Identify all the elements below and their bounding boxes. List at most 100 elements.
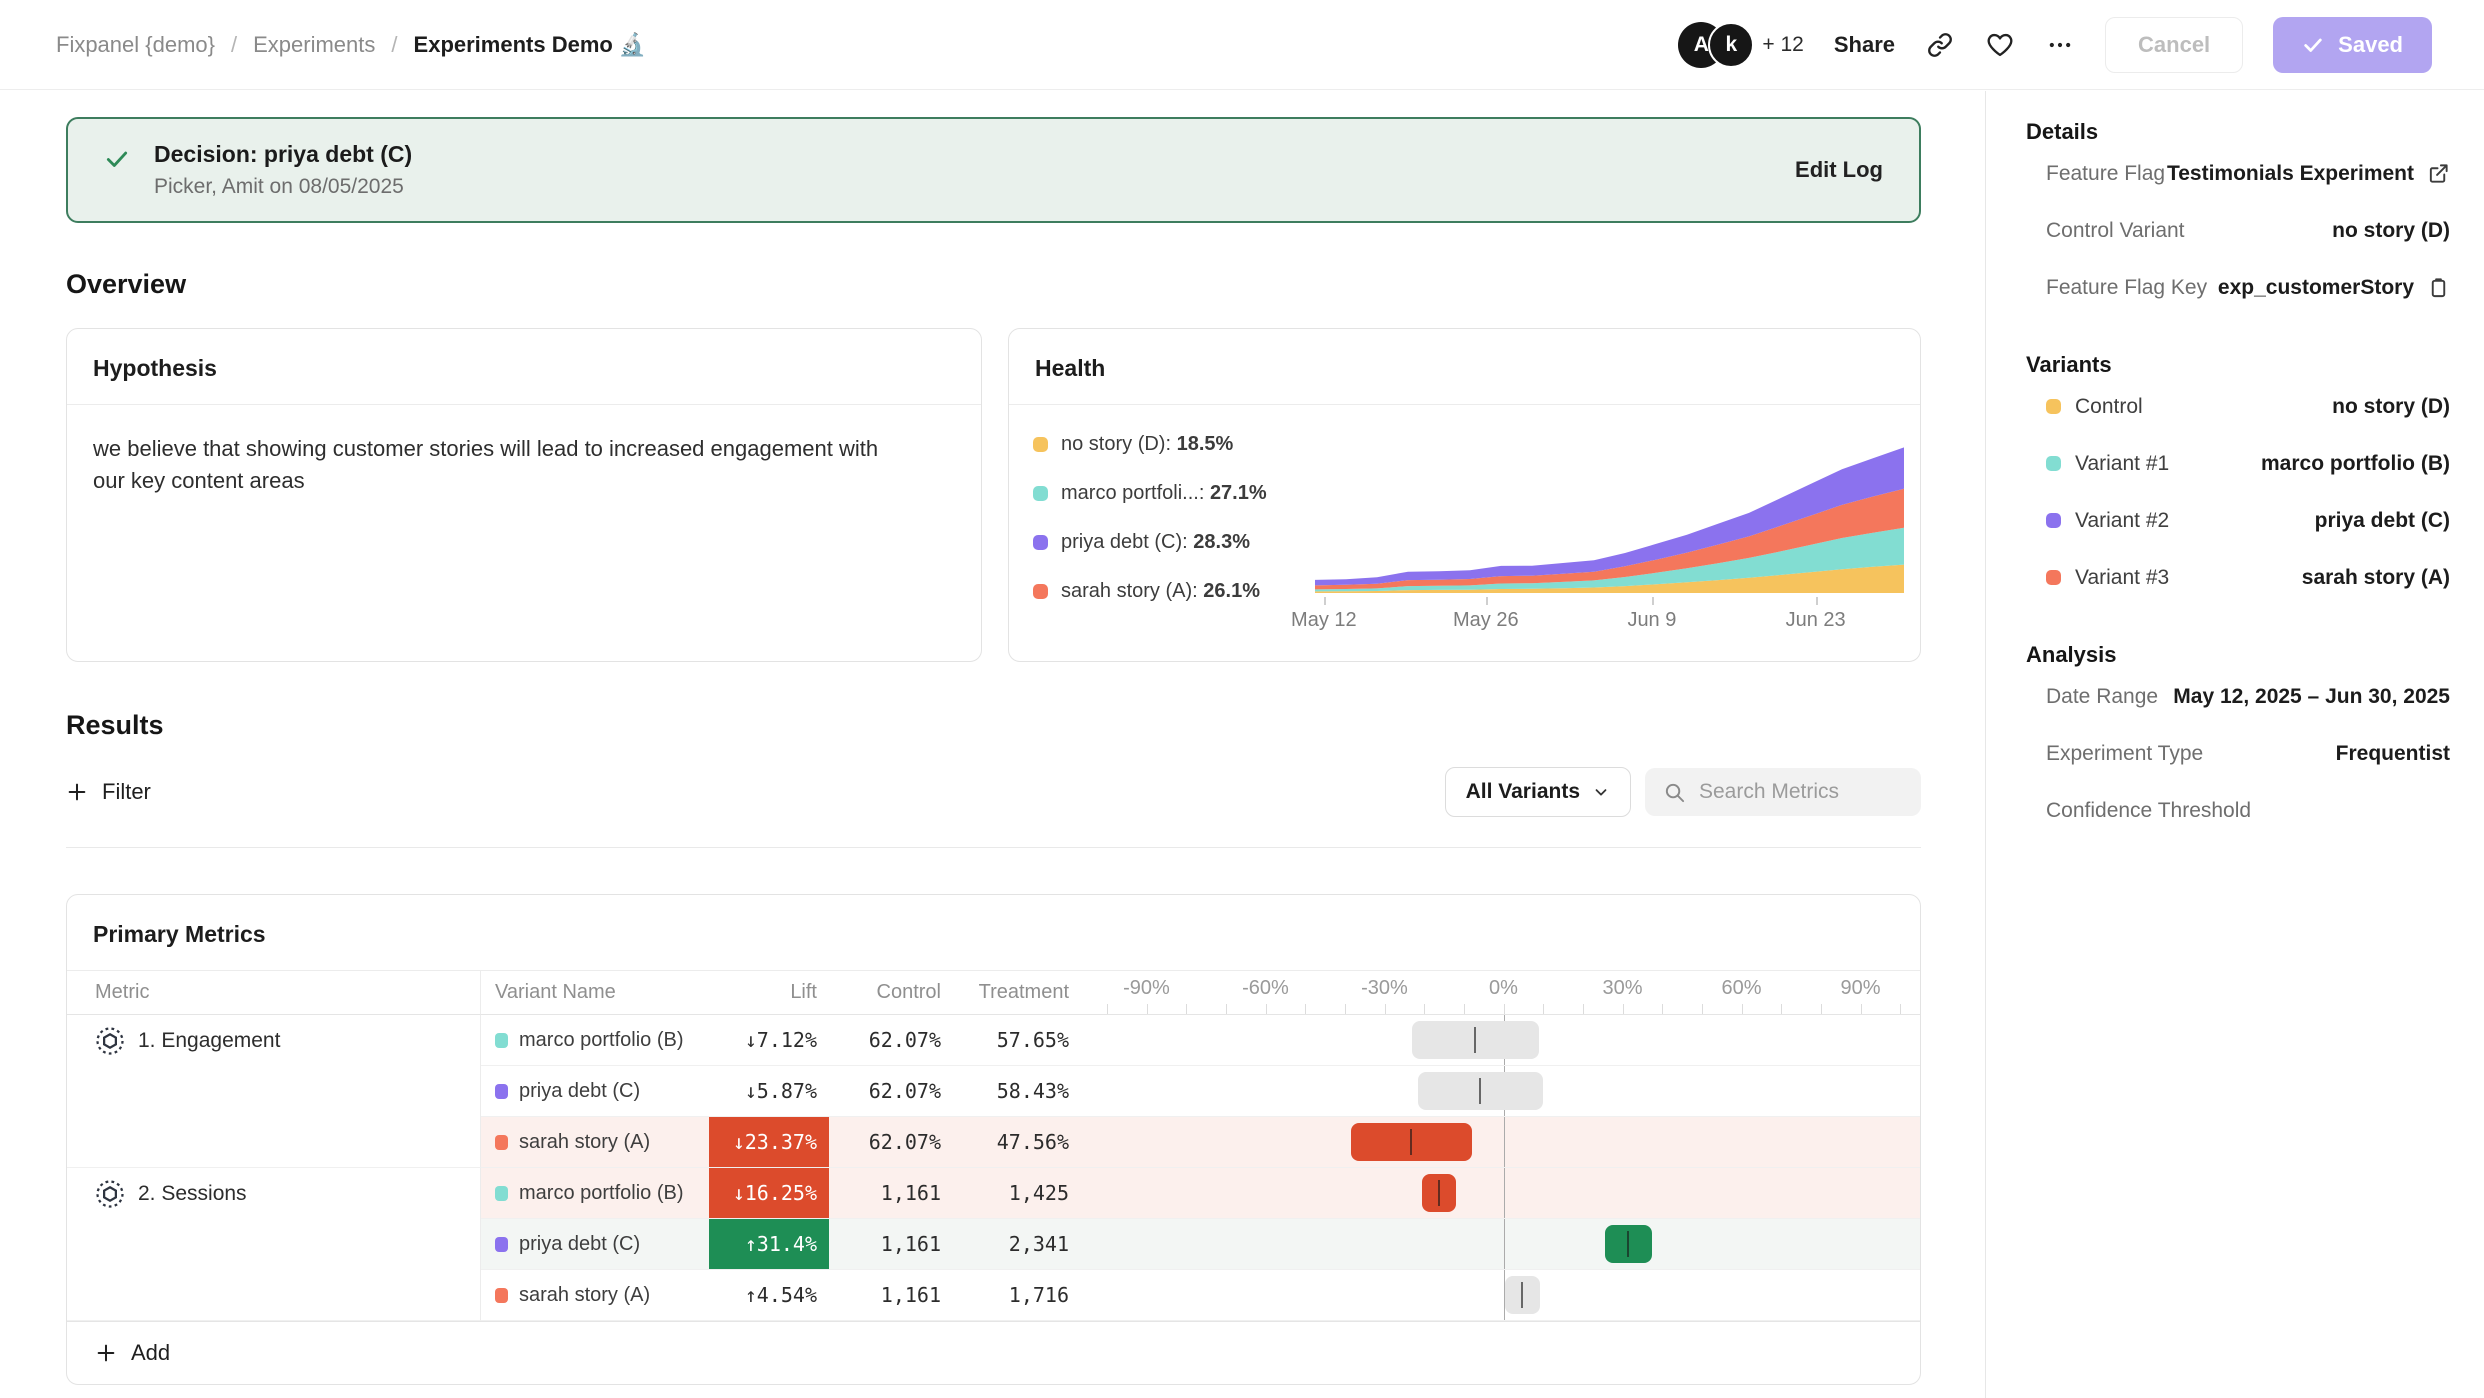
variant-cell: priya debt (C) <box>481 1066 709 1117</box>
ci-marker <box>1521 1282 1523 1308</box>
zero-line <box>1504 1219 1506 1269</box>
hypothesis-card: Hypothesis we believe that showing custo… <box>66 328 982 662</box>
breadcrumb-current: Experiments Demo 🔬 <box>414 32 647 58</box>
avatar: k <box>1708 22 1754 68</box>
variant-row-label: Variant #2 <box>2046 509 2169 533</box>
analysis-section-title: Analysis <box>2026 642 2450 668</box>
lift-cell: ↓16.25% <box>709 1168 829 1219</box>
treatment-value: 58.43% <box>997 1079 1069 1103</box>
control-value: 62.07% <box>869 1079 941 1103</box>
variant-name: marco portfolio (B) <box>519 1182 684 1205</box>
divider <box>66 847 1921 848</box>
date-range-value: May 12, 2025 – Jun 30, 2025 <box>2173 685 2450 709</box>
feature-flag-key-value: exp_customerStory <box>2218 276 2414 300</box>
variant-row-label: Variant #1 <box>2046 452 2169 476</box>
lift-value: ↑4.54% <box>745 1283 817 1307</box>
zero-line <box>1504 1117 1506 1167</box>
date-range-label: Date Range <box>2046 685 2158 709</box>
variant-rows: Controlno story (D) Variant #1 marco portf… <box>2026 378 2450 606</box>
treatment-cell: 2,341 <box>957 1219 1087 1270</box>
ci-marker <box>1438 1180 1440 1206</box>
search-metrics[interactable] <box>1645 768 1921 816</box>
variant-swatch <box>495 1135 508 1150</box>
saved-button[interactable]: Saved <box>2273 17 2432 73</box>
variant-row: Controlno story (D) <box>2026 378 2450 435</box>
edit-log-button[interactable]: Edit Log <box>1795 157 1883 183</box>
axis-minor-tick <box>1861 1004 1862 1014</box>
share-button[interactable]: Share <box>1834 32 1895 58</box>
legend-label: sarah story (A): 26.1% <box>1061 580 1260 603</box>
variants-dropdown[interactable]: All Variants <box>1445 767 1631 817</box>
external-link-icon[interactable] <box>2427 162 2450 185</box>
details-sidebar: Details Feature Flag Testimonials Experi… <box>1985 91 2484 1398</box>
breadcrumb-project[interactable]: Fixpanel {demo} <box>56 32 215 58</box>
variant-name: priya debt (C) <box>519 1080 640 1103</box>
lift-value: ↓7.12% <box>745 1028 817 1052</box>
ci-cell <box>1087 1066 1920 1117</box>
treatment-cell: 47.56% <box>957 1117 1087 1168</box>
variant-row-value: marco portfolio (B) <box>2261 452 2450 476</box>
confidence-threshold-label: Confidence Threshold <box>2046 799 2251 823</box>
treatment-value: 1,425 <box>1009 1181 1069 1205</box>
add-metric-button[interactable]: Add <box>67 1321 1920 1384</box>
health-title: Health <box>1009 329 1920 405</box>
feature-flag-key-row: Feature Flag Key exp_customerStory <box>2026 259 2450 316</box>
control-cell: 62.07% <box>829 1015 957 1066</box>
treatment-value: 2,341 <box>1009 1232 1069 1256</box>
metric-name[interactable]: 1. Engagement <box>138 1029 280 1053</box>
legend-item: sarah story (A): 26.1% <box>1033 580 1315 603</box>
add-filter-button[interactable]: Filter <box>66 779 151 805</box>
favorite-heart-icon[interactable] <box>1985 30 2015 60</box>
axis-minor-tick <box>1662 1004 1663 1014</box>
copy-link-icon[interactable] <box>1925 30 1955 60</box>
feature-flag-row: Feature Flag Testimonials Experiment <box>2026 145 2450 202</box>
ci-cell <box>1087 1015 1920 1066</box>
ci-cell <box>1087 1117 1920 1168</box>
axis-minor-tick <box>1226 1004 1227 1014</box>
hypothesis-title: Hypothesis <box>67 329 981 405</box>
variant-color-swatch <box>2046 513 2061 528</box>
control-value: 1,161 <box>881 1232 941 1256</box>
control-value: 1,161 <box>881 1181 941 1205</box>
legend-label: marco portfoli...: 27.1% <box>1061 482 1267 505</box>
column-header-treatment: Treatment <box>957 971 1087 1015</box>
copy-icon[interactable] <box>2427 276 2450 299</box>
x-axis-tick <box>1652 597 1654 605</box>
confidence-threshold-row: Confidence Threshold <box>2026 782 2450 839</box>
legend-label: no story (D): 18.5% <box>1061 433 1233 456</box>
axis-minor-tick <box>1781 1004 1782 1014</box>
health-legend: no story (D): 18.5% marco portfoli...: 27… <box>1033 421 1315 631</box>
column-header-metric: Metric <box>67 971 481 1015</box>
top-actions: A k + 12 Share Cancel Saved <box>1678 17 2432 73</box>
legend-swatch <box>1033 437 1048 452</box>
lift-value: ↓16.25% <box>733 1181 817 1205</box>
plus-icon <box>66 781 88 803</box>
plus-icon <box>95 1342 117 1364</box>
breadcrumb: Fixpanel {demo} / Experiments / Experime… <box>56 32 646 58</box>
ci-bar <box>1505 1276 1541 1314</box>
search-metrics-input[interactable] <box>1699 780 1903 804</box>
variant-row: Variant #3sarah story (A) <box>2026 549 2450 606</box>
lift-cell: ↓5.87% <box>709 1066 829 1117</box>
control-variant-value: no story (D) <box>2332 219 2450 243</box>
metric-name[interactable]: 2. Sessions <box>138 1182 247 1206</box>
avatar-group[interactable]: A k + 12 <box>1678 22 1803 68</box>
x-axis-tick <box>1486 597 1488 605</box>
axis-minor-tick <box>1821 1004 1822 1014</box>
cancel-button[interactable]: Cancel <box>2105 17 2243 73</box>
legend-swatch <box>1033 486 1048 501</box>
axis-tick-label: 90% <box>1840 977 1880 1000</box>
lift-cell: ↓23.37% <box>709 1117 829 1168</box>
axis-minor-tick <box>1385 1004 1386 1014</box>
axis-tick-label: -30% <box>1361 977 1408 1000</box>
breadcrumb-separator: / <box>391 32 397 58</box>
variant-color-swatch <box>2046 399 2061 414</box>
chevron-down-icon <box>1592 783 1610 801</box>
breadcrumb-experiments[interactable]: Experiments <box>253 32 375 58</box>
axis-minor-tick <box>1702 1004 1703 1014</box>
variant-row-label: Control <box>2046 395 2143 419</box>
check-icon <box>2302 34 2324 56</box>
control-variant-row: Control Variant no story (D) <box>2026 202 2450 259</box>
more-options-icon[interactable] <box>2045 30 2075 60</box>
decision-banner: Decision: priya debt (C) Picker, Amit on… <box>66 117 1921 223</box>
